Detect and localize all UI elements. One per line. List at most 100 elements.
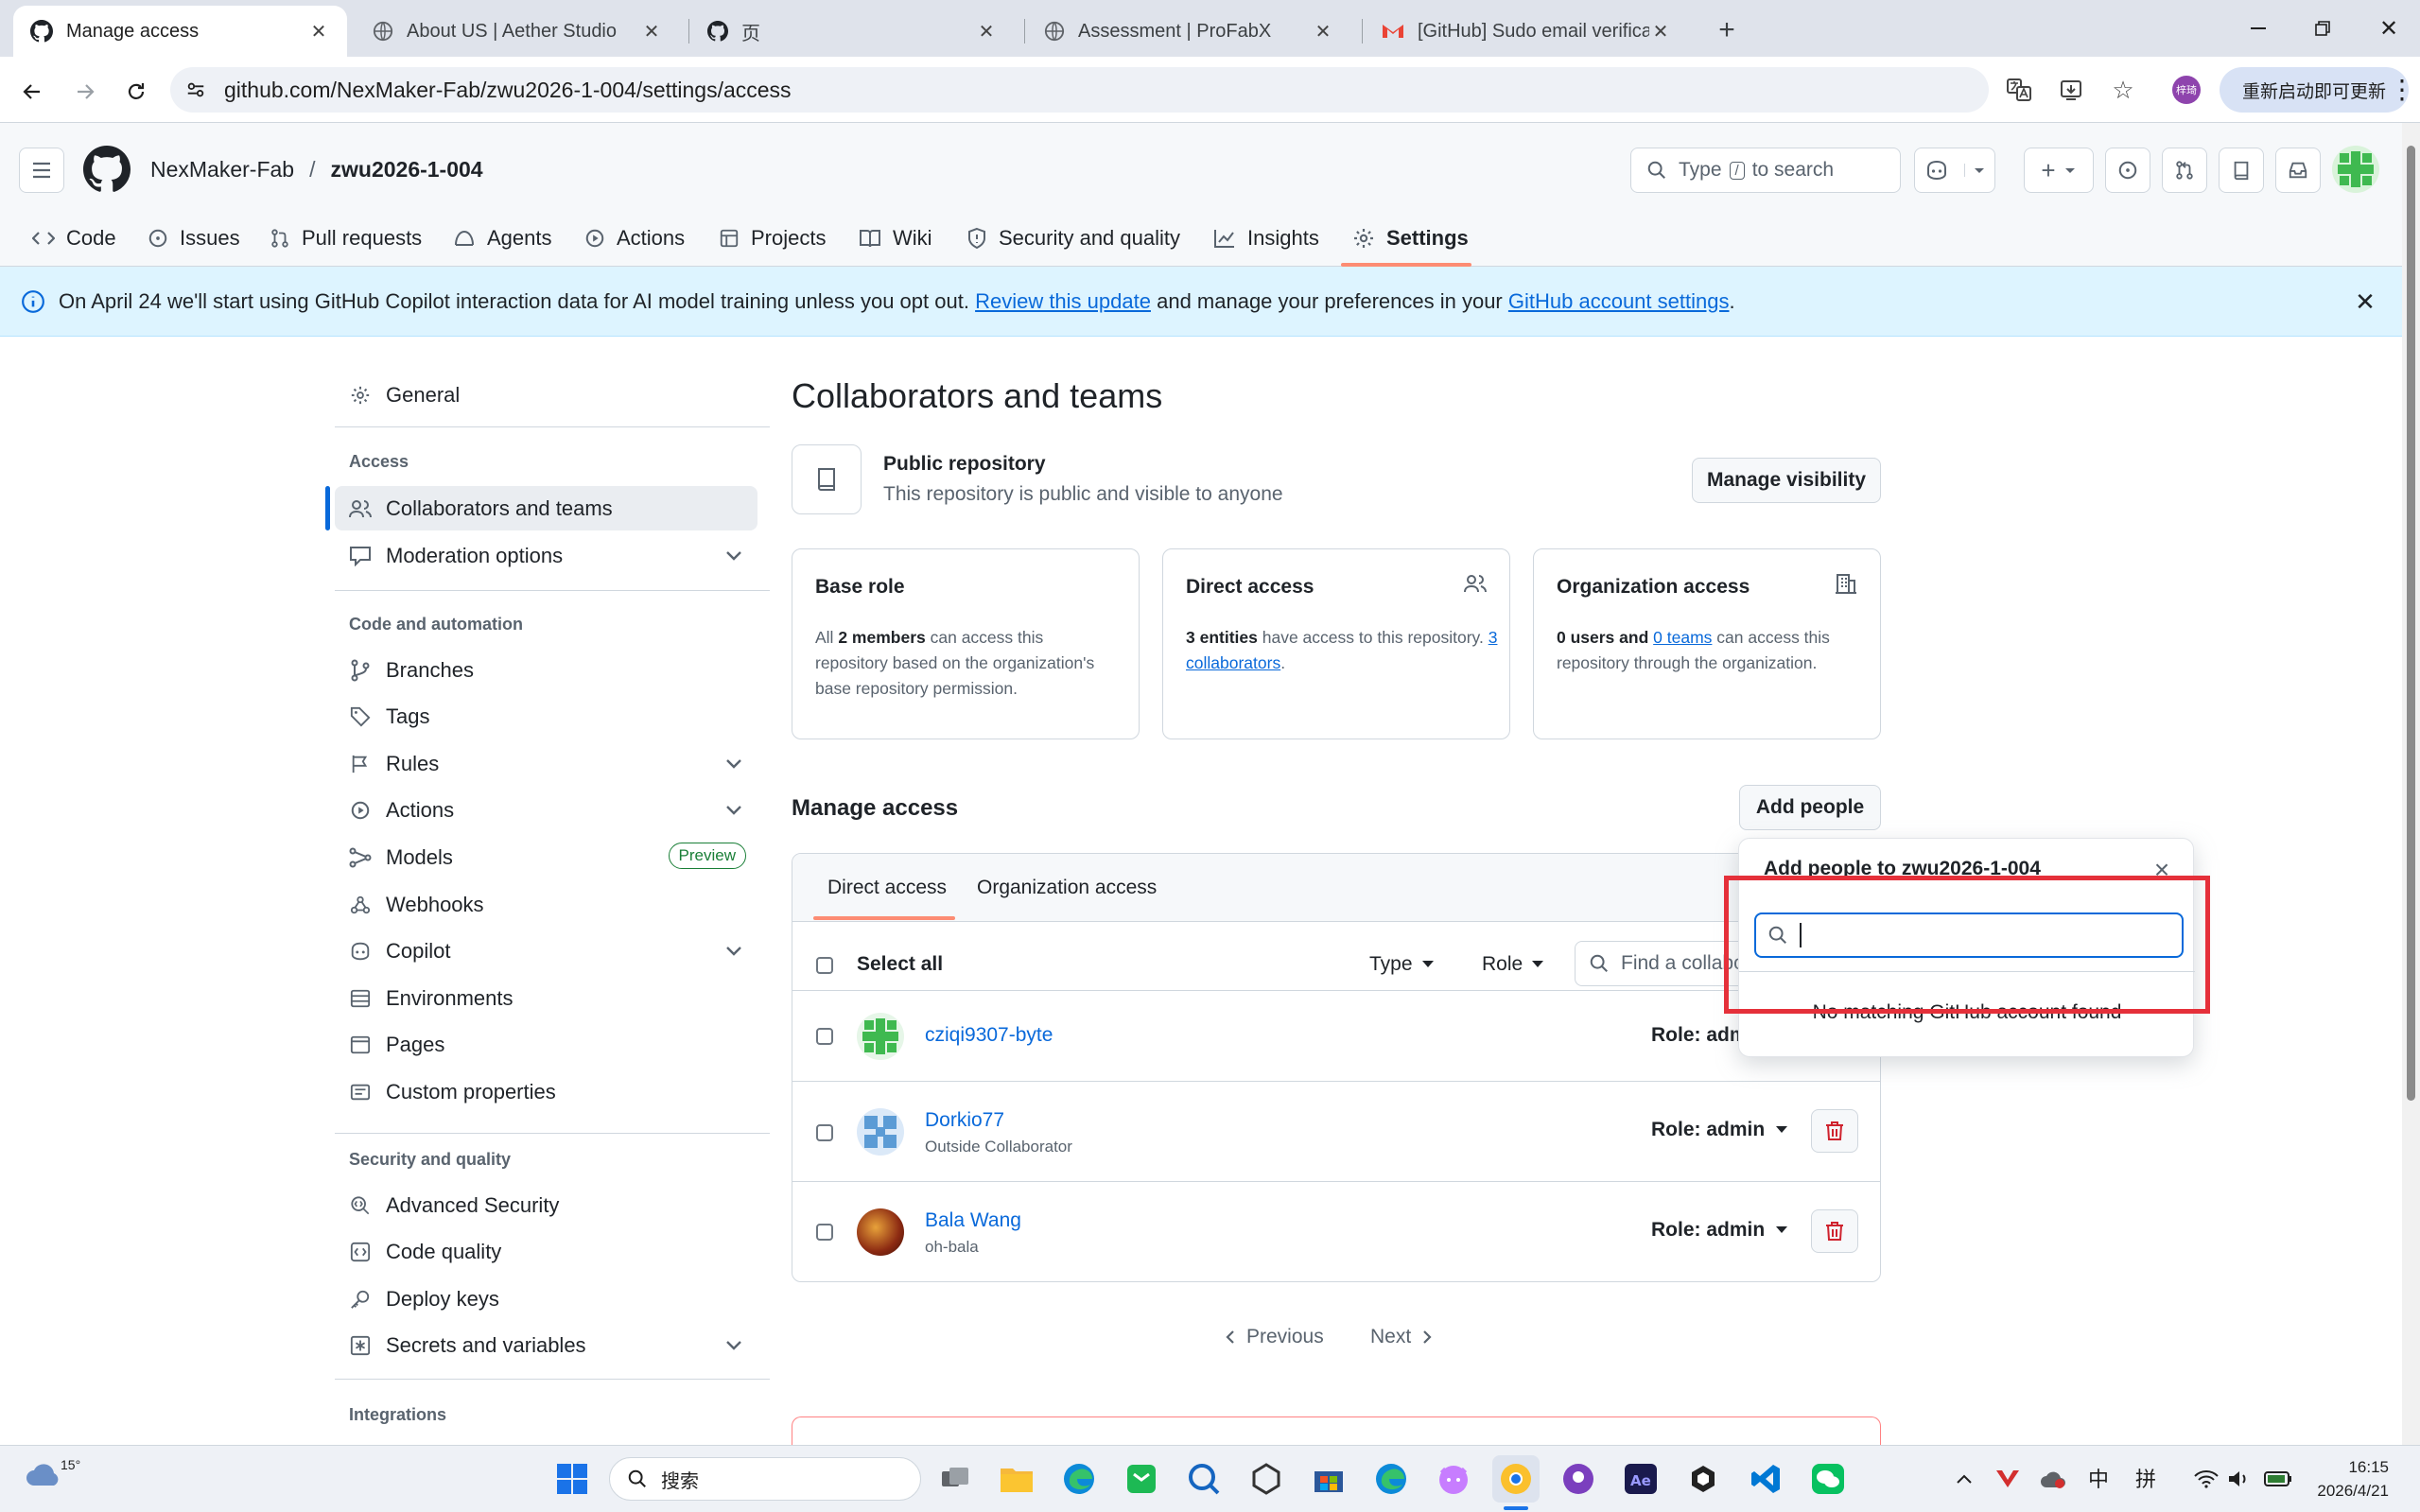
sidebar-item-rules[interactable]: Rules [335,741,757,786]
sidebar-item-branches[interactable]: Branches [335,648,757,692]
type-filter[interactable]: Type [1369,953,1434,976]
tab-profabx[interactable]: Assessment | ProFabX ✕ [1027,6,1351,57]
sidebar-item-copilot[interactable]: Copilot [335,929,757,973]
tab-code[interactable]: Code [32,212,116,265]
tab-organization-access[interactable]: Organization access [977,877,1157,899]
edge-browser-icon[interactable] [1055,1455,1103,1503]
sidebar-item-secrets[interactable]: Secrets and variables [335,1323,757,1367]
close-window-icon[interactable]: ✕ [2372,13,2406,43]
sidebar-item-webhooks[interactable]: Webhooks [335,882,757,927]
microsoft-store-icon[interactable] [1305,1455,1352,1503]
create-new-button[interactable]: + [2024,148,2094,193]
pagination-next[interactable]: Next [1370,1326,1432,1348]
task-view-icon[interactable] [931,1455,979,1503]
bookmark-star-icon[interactable]: ☆ [2109,76,2137,104]
app-cat-icon[interactable] [1430,1455,1477,1503]
tab-projects[interactable]: Projects [719,212,826,265]
reload-icon[interactable] [119,75,153,109]
scrollbar-track[interactable] [2402,123,2420,1445]
remove-collaborator-button[interactable] [1811,1109,1858,1153]
copilot-button[interactable] [1914,148,1995,193]
ime-mode-indicator[interactable]: 中 [2088,1463,2109,1493]
unity-hub-icon[interactable] [1680,1455,1727,1503]
close-tab-icon[interactable]: ✕ [640,20,663,43]
browser-menu-icon[interactable]: ⋮ [2389,70,2415,108]
collaborator-name-link[interactable]: Bala Wang [925,1209,1021,1232]
taskbar-search-box[interactable]: 搜索 [609,1457,921,1501]
pull-requests-button[interactable] [2162,148,2207,193]
owner-link[interactable]: NexMaker-Fab [150,157,294,182]
chevron-down-icon[interactable] [1963,164,1986,177]
close-banner-icon[interactable]: ✕ [2351,287,2379,316]
start-button[interactable] [548,1455,596,1503]
sidebar-item-code-quality[interactable]: Code quality [335,1229,757,1274]
minimize-icon[interactable] [2241,13,2275,43]
github-logo-icon[interactable] [83,146,131,193]
forward-icon[interactable] [68,75,102,109]
tab-gmail[interactable]: [GitHub] Sudo email verificat ✕ [1365,6,1689,57]
antivirus-icon[interactable] [1993,1465,2022,1493]
chevron-down-icon[interactable] [725,1340,742,1351]
role-dropdown[interactable]: Role: admin [1651,1119,1788,1141]
tab-insights[interactable]: Insights [1213,212,1319,265]
tab-settings[interactable]: Settings [1352,212,1469,265]
tab-issues[interactable]: Issues [148,212,240,265]
battery-icon[interactable] [2262,1465,2294,1493]
review-update-link[interactable]: Review this update [975,289,1151,314]
sidebar-item-models[interactable]: Models Preview [335,835,757,879]
sidebar-item-pages[interactable]: Pages [335,1022,757,1067]
sidebar-item-tags[interactable]: Tags [335,694,757,739]
taskbar-clock[interactable]: 16:15 2026/4/21 [2298,1455,2389,1503]
account-settings-link[interactable]: GitHub account settings [1508,289,1730,314]
ime-pinyin-indicator[interactable]: 拼 [2135,1463,2156,1493]
remove-collaborator-button[interactable] [1811,1209,1858,1253]
close-tab-icon[interactable]: ✕ [1312,20,1334,43]
restart-to-update-button[interactable]: 重新启动即可更新 [2220,67,2409,113]
repositories-button[interactable] [2219,148,2264,193]
manage-visibility-button[interactable]: Manage visibility [1692,458,1881,503]
app-search-icon[interactable] [1180,1455,1227,1503]
chevron-up-icon[interactable] [1950,1465,1978,1493]
profile-avatar[interactable]: 梓琦 [2172,76,2201,104]
wechat-icon[interactable] [1804,1455,1852,1503]
close-tab-icon[interactable]: ✕ [307,20,330,43]
file-explorer-icon[interactable] [993,1455,1040,1503]
user-avatar[interactable] [2332,146,2379,193]
issues-button[interactable] [2105,148,2150,193]
translate-icon[interactable] [2005,77,2033,103]
chevron-down-icon[interactable] [725,946,742,957]
tab-direct-access[interactable]: Direct access [827,877,947,899]
collaborator-name-link[interactable]: Dorkio77 [925,1109,1004,1132]
app-green-icon[interactable] [1118,1455,1165,1503]
select-all-checkbox[interactable] [816,957,833,974]
site-info-icon[interactable] [183,78,208,101]
sidebar-item-general[interactable]: General [335,373,757,417]
role-dropdown[interactable]: Role: admin [1651,1219,1788,1242]
chevron-down-icon[interactable] [725,805,742,816]
chevron-down-icon[interactable] [725,550,742,562]
sidebar-item-collaborators[interactable]: Collaborators and teams [335,486,757,530]
sidebar-item-moderation[interactable]: Moderation options [335,533,757,578]
role-filter[interactable]: Role [1482,953,1544,976]
sidebar-item-deploy-keys[interactable]: Deploy keys [335,1277,757,1321]
back-icon[interactable] [15,75,49,109]
tab-pull-requests[interactable]: Pull requests [270,212,422,265]
tab-security[interactable]: Security and quality [966,212,1180,265]
edge-ai-icon[interactable] [1367,1455,1415,1503]
after-effects-icon[interactable]: Ae [1617,1455,1664,1503]
vscode-icon[interactable] [1742,1455,1789,1503]
sidebar-item-environments[interactable]: Environments [335,976,757,1020]
tab-aether-studio[interactable]: About US | Aether Studio ✕ [356,6,680,57]
tab-page[interactable]: 页 ✕ [690,6,1015,57]
tab-agents[interactable]: Agents [453,212,552,265]
tab-manage-access[interactable]: Manage access ✕ [13,6,347,57]
wifi-icon[interactable] [2192,1465,2220,1493]
pagination-previous[interactable]: Previous [1226,1326,1324,1348]
tab-actions[interactable]: Actions [584,212,685,265]
row-checkbox[interactable] [816,1028,833,1045]
search-input[interactable]: Type / to search [1630,148,1901,193]
close-tab-icon[interactable]: ✕ [975,20,998,43]
new-tab-button[interactable]: + [1710,13,1744,47]
tab-wiki[interactable]: Wiki [859,212,932,265]
teams-link[interactable]: 0 teams [1653,628,1712,647]
